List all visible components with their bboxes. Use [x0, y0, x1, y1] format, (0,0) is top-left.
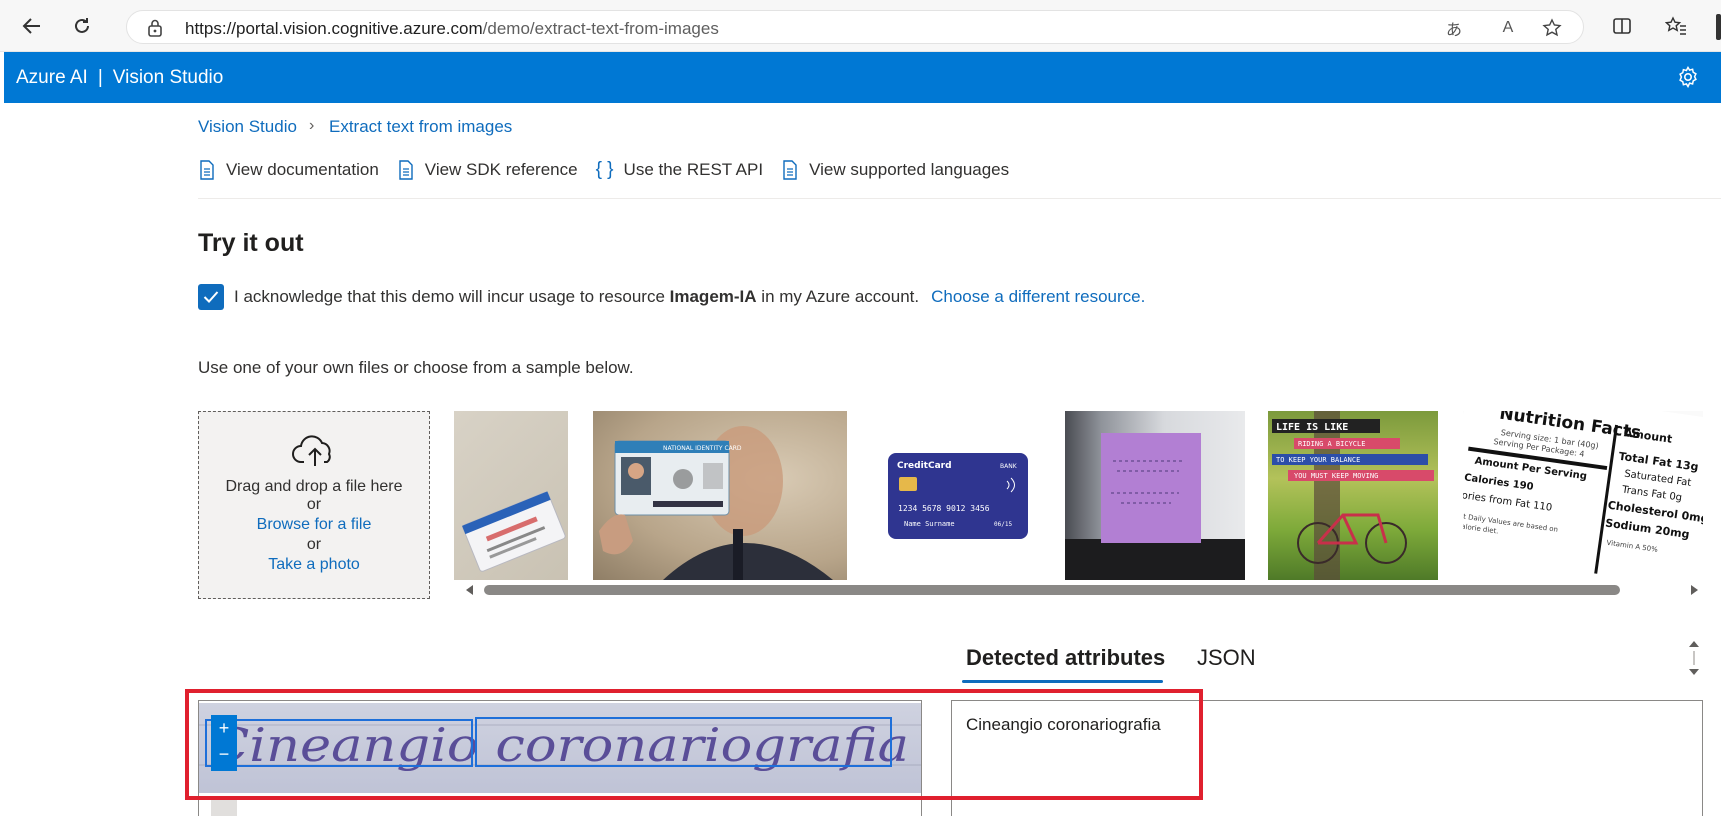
breadcrumb-current[interactable]: Extract text from images — [329, 117, 512, 137]
instructions-text: Use one of your own files or choose from… — [198, 358, 634, 377]
sample-credit-card[interactable]: CreditCard BANK 1234 5678 9012 3456 Name… — [872, 411, 1045, 580]
id-card-title: NATIONAL IDENTITY CARD — [663, 445, 742, 452]
card-valid: 06/15 — [994, 521, 1012, 528]
chrome-edge — [1716, 14, 1721, 40]
scroll-right-icon[interactable] — [1690, 584, 1700, 596]
translate-icon[interactable]: あ — [1443, 18, 1465, 39]
favorite-star-icon[interactable] — [1541, 18, 1563, 38]
document-icon — [781, 160, 799, 180]
sample-id-card[interactable]: NATIONAL IDENTITY CARD — [593, 411, 847, 580]
back-icon[interactable] — [20, 14, 44, 38]
take-photo-link[interactable]: Take a photo — [199, 556, 429, 574]
use-rest-api-link[interactable]: { } Use the REST API — [596, 159, 764, 181]
poster-line-4: YOU MUST KEEP MOVING — [1294, 472, 1378, 480]
read-aloud-icon[interactable]: A — [1497, 18, 1519, 38]
acknowledge-suffix: in my Azure account. — [761, 287, 920, 306]
tab-json[interactable]: JSON — [1197, 645, 1256, 671]
split-screen-icon[interactable] — [1610, 14, 1634, 38]
breadcrumb-vision-studio[interactable]: Vision Studio — [198, 117, 297, 137]
browser-toolbar: https://portal.vision.cognitive.azure.co… — [0, 0, 1721, 52]
app-header: Azure AI | Vision Studio — [4, 52, 1721, 103]
sample-nutrition-label[interactable]: Nutrition Facts Serving size: 1 bar (40g… — [1463, 411, 1703, 580]
refresh-icon[interactable] — [70, 14, 94, 38]
view-supported-languages-link[interactable]: View supported languages — [781, 160, 1009, 180]
tab-active-indicator — [962, 680, 1163, 683]
drag-drop-text: Drag and drop a file here — [225, 478, 403, 495]
resource-name: Imagem-IA — [669, 287, 757, 306]
acknowledge-checkbox[interactable] — [198, 284, 224, 310]
scroll-left-icon[interactable] — [464, 584, 474, 596]
cloud-upload-icon — [292, 434, 338, 473]
address-bar[interactable]: https://portal.vision.cognitive.azure.co… — [126, 10, 1584, 44]
chevron-right-icon: › — [309, 117, 315, 134]
sample-sticky-note[interactable] — [1065, 411, 1245, 580]
sample-bicycle-poster[interactable]: LIFE IS LIKE RIDING A BICYCLE TO KEEP YO… — [1268, 411, 1438, 580]
link-label: Use the REST API — [623, 160, 764, 179]
link-label: View supported languages — [809, 160, 1010, 179]
acknowledge-row: I acknowledge that this demo will incur … — [198, 284, 1145, 310]
tab-detected-attributes[interactable]: Detected attributes — [966, 645, 1165, 671]
file-drop-zone[interactable]: Drag and drop a file here or Browse for … — [198, 411, 430, 599]
link-label: View documentation — [226, 160, 379, 179]
document-icon — [397, 160, 415, 180]
lock-icon[interactable] — [147, 19, 163, 42]
card-number: 1234 5678 9012 3456 — [898, 504, 990, 513]
or-text: or — [306, 536, 322, 553]
browse-file-link[interactable]: Browse for a file — [199, 516, 429, 534]
card-name: Name Surname — [904, 520, 955, 528]
resource-links: View documentation View SDK reference { … — [198, 158, 1027, 182]
brand-title[interactable]: Azure AI | Vision Studio — [16, 67, 223, 89]
acknowledge-text: I acknowledge that this demo will incur … — [234, 287, 665, 306]
vertical-scroll-controls[interactable] — [1686, 635, 1702, 681]
braces-icon: { } — [595, 159, 614, 180]
url-text: https://portal.vision.cognitive.azure.co… — [185, 19, 719, 38]
favorites-icon[interactable] — [1664, 14, 1688, 38]
poster-line-2: RIDING A BICYCLE — [1298, 440, 1365, 448]
poster-line-3: TO KEEP YOUR BALANCE — [1276, 456, 1360, 464]
view-documentation-link[interactable]: View documentation — [198, 160, 379, 180]
scrollbar-thumb[interactable] — [484, 585, 1620, 595]
sample-social-security-card[interactable] — [454, 411, 568, 580]
samples-scrollbar[interactable] — [462, 582, 1702, 598]
view-sdk-reference-link[interactable]: View SDK reference — [397, 160, 578, 180]
poster-line-1: LIFE IS LIKE — [1276, 422, 1348, 433]
gear-icon[interactable] — [1677, 65, 1699, 93]
page-section-title: Try it out — [198, 229, 304, 257]
highlight-annotation-box — [185, 689, 1203, 800]
document-icon — [198, 160, 216, 180]
card-brand: CreditCard — [897, 461, 952, 471]
choose-resource-link[interactable]: Choose a different resource. — [931, 287, 1145, 307]
link-label: View SDK reference — [424, 160, 578, 179]
card-bank: BANK — [1000, 463, 1018, 470]
or-text: or — [306, 496, 322, 513]
divider — [198, 198, 1721, 199]
